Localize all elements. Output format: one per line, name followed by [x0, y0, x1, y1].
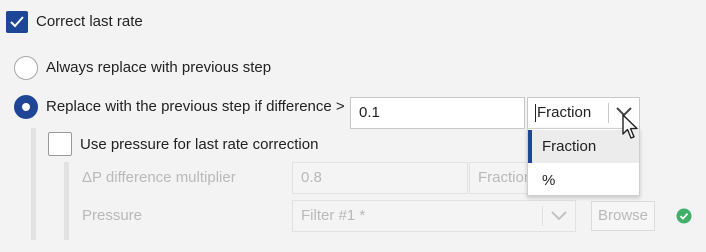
always-replace-label: Always replace with previous step	[46, 59, 272, 76]
pressure-select[interactable]: Filter #1 *	[292, 200, 576, 232]
pressure-chevron-down-icon	[551, 211, 567, 221]
replace-if-difference-radio[interactable]	[14, 95, 38, 119]
check-circle-icon	[676, 208, 692, 224]
replace-if-difference-label: Replace with the previous step if differ…	[46, 98, 345, 115]
dp-multiplier-unit-value: Fraction	[478, 169, 533, 186]
correct-last-rate-checkbox[interactable]	[6, 11, 28, 33]
browse-button[interactable]: Browse	[591, 201, 655, 231]
always-replace-radio[interactable]	[14, 56, 38, 80]
check-icon	[10, 16, 24, 28]
dp-multiplier-label: ΔP difference multiplier	[82, 169, 236, 186]
correct-last-rate-label: Correct last rate	[36, 13, 143, 30]
use-pressure-checkbox[interactable]	[48, 132, 72, 156]
mouse-pointer-icon	[622, 114, 638, 139]
difference-unit-value: Fraction	[537, 104, 592, 121]
use-pressure-label: Use pressure for last rate correction	[80, 136, 319, 153]
dp-multiplier-input[interactable]: 0.8	[292, 162, 468, 194]
difference-input[interactable]: 0.1	[350, 97, 525, 129]
pressure-select-value: Filter #1 *	[301, 207, 366, 224]
pressure-label: Pressure	[82, 207, 143, 224]
text-caret	[535, 104, 536, 122]
unit-option-percent[interactable]: %	[528, 164, 639, 197]
